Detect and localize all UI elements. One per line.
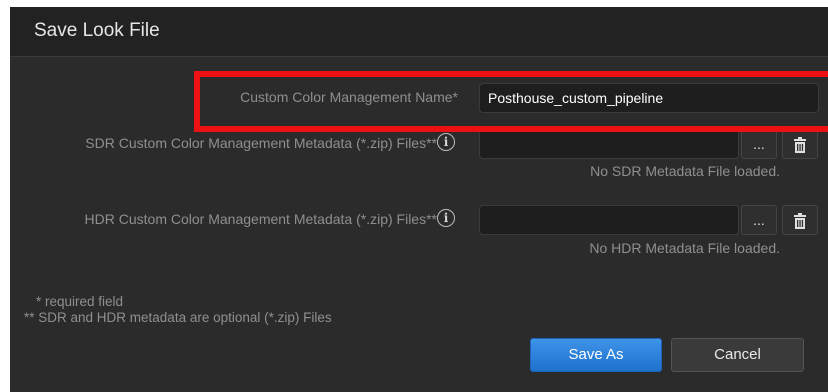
required-field-note: * required field <box>36 294 124 309</box>
info-icon[interactable]: i <box>437 209 455 227</box>
info-icon[interactable]: i <box>437 133 455 151</box>
hdr-status-text: No HDR Metadata File loaded. <box>589 240 780 256</box>
sdr-metadata-path-field[interactable] <box>479 129 739 159</box>
hdr-metadata-label: HDR Custom Color Management Metadata (*.… <box>84 211 437 227</box>
sdr-browse-button[interactable]: ... <box>741 129 777 159</box>
trash-icon <box>794 213 806 230</box>
dialog-title: Save Look File <box>34 20 160 41</box>
sdr-status-text: No SDR Metadata File loaded. <box>590 163 780 179</box>
save-look-file-dialog: Save Look File Custom Color Management N… <box>10 7 828 392</box>
trash-icon <box>794 137 806 154</box>
custom-name-label: Custom Color Management Name* <box>240 89 458 105</box>
title-bar: Save Look File <box>10 7 828 57</box>
hdr-delete-button[interactable] <box>782 205 818 235</box>
sdr-delete-button[interactable] <box>782 129 818 159</box>
save-as-button[interactable]: Save As <box>530 338 662 372</box>
custom-name-input[interactable] <box>480 84 818 112</box>
hdr-metadata-path-field[interactable] <box>479 205 739 235</box>
cancel-button[interactable]: Cancel <box>671 338 804 372</box>
optional-metadata-note: ** SDR and HDR metadata are optional (*.… <box>24 310 332 325</box>
hdr-browse-button[interactable]: ... <box>741 205 777 235</box>
custom-name-field[interactable] <box>479 83 819 113</box>
sdr-metadata-label: SDR Custom Color Management Metadata (*.… <box>85 135 437 151</box>
